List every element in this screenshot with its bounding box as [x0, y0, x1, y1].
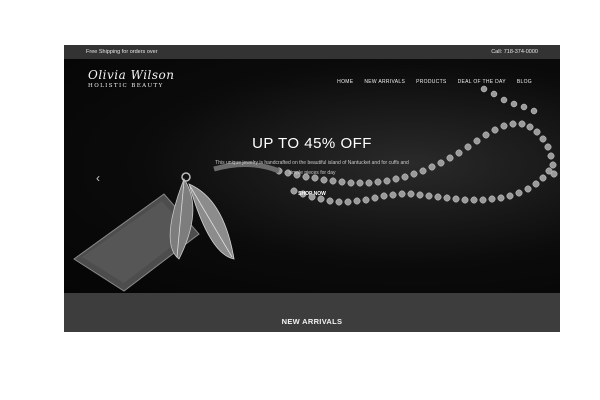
phone-number[interactable]: Call: 718-374-0000: [491, 45, 538, 59]
hero-banner: Olivia Wilson HOLISTIC BEAUTY HOME NEW A…: [64, 59, 560, 293]
brand-name: Olivia Wilson: [88, 68, 175, 82]
hero-description: This unique jewelry is handcrafted on th…: [215, 160, 409, 176]
chevron-left-icon[interactable]: ‹: [96, 171, 100, 185]
nav-products[interactable]: PRODUCTS: [416, 79, 446, 85]
shop-now-button[interactable]: SHOP NOW: [293, 189, 331, 200]
nav-deal-of-the-day[interactable]: DEAL OF THE DAY: [458, 79, 506, 85]
nav-blog[interactable]: BLOG: [517, 79, 532, 85]
nav-new-arrivals[interactable]: NEW ARRIVALS: [364, 79, 405, 85]
new-arrivals-section: NEW ARRIVALS: [64, 293, 560, 332]
shipping-notice: Free Shipping for orders over: [86, 49, 158, 55]
section-title: NEW ARRIVALS: [281, 317, 343, 326]
main-navigation: HOME NEW ARRIVALS PRODUCTS DEAL OF THE D…: [337, 79, 532, 85]
web-page: Free Shipping for orders over Call: 718-…: [64, 45, 560, 332]
brand-tagline: HOLISTIC BEAUTY: [88, 83, 164, 89]
hero-headline: UP TO 45% OFF: [252, 135, 372, 152]
nav-home[interactable]: HOME: [337, 79, 353, 85]
top-announcement-bar: Free Shipping for orders over Call: 718-…: [64, 45, 560, 59]
brand-logo[interactable]: Olivia Wilson HOLISTIC BEAUTY: [88, 68, 175, 89]
